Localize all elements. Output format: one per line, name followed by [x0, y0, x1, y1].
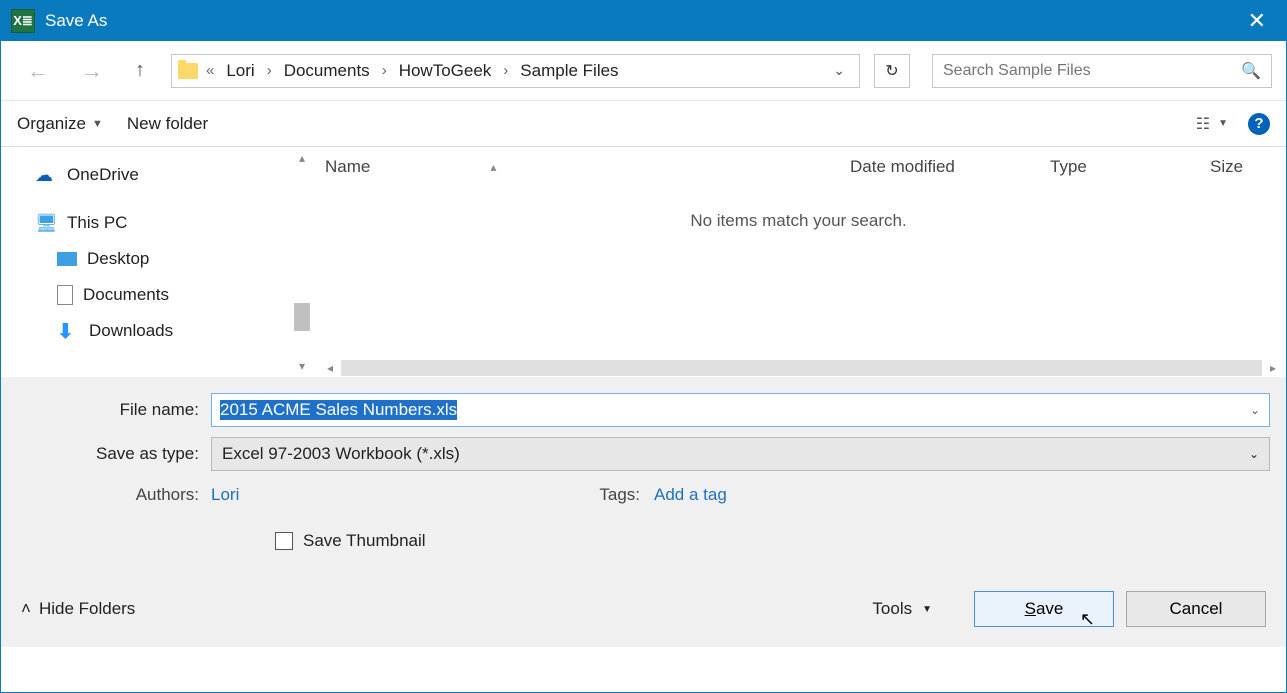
folder-tree: ☁ OneDrive 🖥 This PC Desktop Documents ⬇…: [1, 147, 311, 377]
sort-icon: ▴: [490, 160, 496, 174]
tree-item-onedrive[interactable]: ☁ OneDrive: [31, 157, 301, 193]
save-type-label: Save as type:: [17, 444, 211, 464]
tags-label: Tags:: [599, 485, 654, 505]
tags-value[interactable]: Add a tag: [654, 485, 827, 505]
file-name-input[interactable]: [211, 393, 1270, 427]
breadcrumb-prefix: «: [202, 62, 218, 79]
chevron-down-icon: ▼: [922, 604, 932, 615]
scroll-thumb[interactable]: [294, 303, 310, 331]
search-box[interactable]: 🔍: [932, 54, 1272, 88]
chevron-down-icon[interactable]: ⌄: [1250, 403, 1260, 417]
scroll-right-icon[interactable]: ▸: [1264, 361, 1282, 375]
tree-item-thispc[interactable]: 🖥 This PC: [31, 205, 301, 241]
breadcrumb[interactable]: Sample Files: [516, 59, 622, 83]
chevron-down-icon: ▼: [1218, 118, 1228, 129]
save-label: Save: [1025, 599, 1064, 619]
tree-scrollbar[interactable]: ▴ ▾: [293, 147, 311, 377]
cancel-button[interactable]: Cancel: [1126, 591, 1266, 627]
chevron-right-icon: ›: [378, 62, 391, 79]
chevron-down-icon[interactable]: ⌄: [825, 62, 853, 79]
authors-value[interactable]: Lori: [211, 485, 339, 505]
breadcrumb[interactable]: HowToGeek: [395, 59, 496, 83]
organize-button[interactable]: Organize ▼: [17, 114, 103, 134]
file-list: Name ▴ Date modified Type Size No items …: [311, 147, 1286, 377]
breadcrumb[interactable]: Lori: [222, 59, 258, 83]
scroll-left-icon[interactable]: ◂: [321, 361, 339, 375]
help-icon[interactable]: ?: [1248, 113, 1270, 135]
column-size[interactable]: Size: [1196, 157, 1286, 177]
authors-label: Authors:: [17, 485, 211, 505]
scroll-track[interactable]: [341, 360, 1262, 376]
new-folder-button[interactable]: New folder: [127, 114, 208, 134]
hide-folders-label: Hide Folders: [39, 599, 135, 619]
save-thumbnail-checkbox[interactable]: [275, 532, 293, 550]
tree-item-documents[interactable]: Documents: [31, 277, 301, 313]
download-icon: ⬇: [57, 322, 79, 340]
save-button[interactable]: Save ↖: [974, 591, 1114, 627]
cloud-icon: ☁: [35, 166, 57, 184]
titlebar: X≣ Save As ✕: [1, 1, 1286, 41]
breadcrumb[interactable]: Documents: [280, 59, 374, 83]
footer: ˄ Hide Folders Tools ▼ Save ↖ Cancel: [1, 561, 1286, 647]
tree-item-desktop[interactable]: Desktop: [31, 241, 301, 277]
tools-label: Tools: [872, 599, 912, 619]
save-form: File name: ⌄ Save as type: Excel 97-2003…: [1, 377, 1286, 561]
chevron-down-icon: ▼: [92, 118, 103, 130]
forward-icon[interactable]: →: [69, 52, 115, 90]
scroll-up-icon[interactable]: ▴: [299, 151, 305, 165]
scroll-down-icon[interactable]: ▾: [299, 359, 305, 373]
chevron-up-icon: ˄: [21, 599, 31, 619]
cursor-icon: ↖: [1080, 609, 1095, 630]
document-icon: [57, 285, 73, 305]
toolbar: Organize ▼ New folder ☷ ▼ ?: [1, 101, 1286, 147]
save-type-value: Excel 97-2003 Workbook (*.xls): [222, 444, 460, 464]
file-name-label: File name:: [17, 400, 211, 420]
search-icon[interactable]: 🔍: [1241, 61, 1261, 81]
list-scrollbar[interactable]: ◂ ▸: [321, 359, 1282, 377]
column-date[interactable]: Date modified: [836, 157, 1036, 177]
chevron-down-icon: ⌄: [1249, 447, 1259, 461]
back-icon[interactable]: ←: [15, 52, 61, 90]
pc-icon: 🖥: [35, 214, 57, 232]
excel-icon: X≣: [11, 9, 35, 33]
search-input[interactable]: [943, 62, 1241, 80]
desktop-icon: [57, 252, 77, 266]
save-type-select[interactable]: Excel 97-2003 Workbook (*.xls) ⌄: [211, 437, 1270, 471]
address-bar[interactable]: « Lori › Documents › HowToGeek › Sample …: [171, 54, 860, 88]
chevron-right-icon: ›: [499, 62, 512, 79]
view-options-button[interactable]: ☷ ▼: [1196, 114, 1228, 134]
up-icon[interactable]: ↑: [123, 53, 157, 88]
list-header: Name ▴ Date modified Type Size: [311, 147, 1286, 187]
window-title: Save As: [45, 11, 107, 31]
tree-label: Documents: [83, 285, 169, 305]
refresh-button[interactable]: ↻: [874, 54, 910, 88]
nav-bar: ← → ↑ « Lori › Documents › HowToGeek › S…: [1, 41, 1286, 101]
empty-message: No items match your search.: [311, 187, 1286, 255]
tree-label: Desktop: [87, 249, 149, 269]
folder-icon: [178, 63, 198, 79]
close-icon[interactable]: ✕: [1238, 4, 1276, 38]
save-thumbnail-label: Save Thumbnail: [303, 531, 426, 551]
organize-label: Organize: [17, 114, 86, 134]
hide-folders-button[interactable]: ˄ Hide Folders: [21, 599, 135, 619]
tree-label: Downloads: [89, 321, 173, 341]
column-type[interactable]: Type: [1036, 157, 1196, 177]
chevron-right-icon: ›: [263, 62, 276, 79]
tree-label: This PC: [67, 213, 127, 233]
tree-label: OneDrive: [67, 165, 139, 185]
cancel-label: Cancel: [1170, 599, 1223, 619]
list-view-icon: ☷: [1196, 114, 1210, 134]
column-name-label: Name: [325, 157, 370, 177]
tree-item-downloads[interactable]: ⬇ Downloads: [31, 313, 301, 349]
column-name[interactable]: Name ▴: [311, 157, 836, 177]
tools-button[interactable]: Tools ▼: [872, 599, 932, 619]
